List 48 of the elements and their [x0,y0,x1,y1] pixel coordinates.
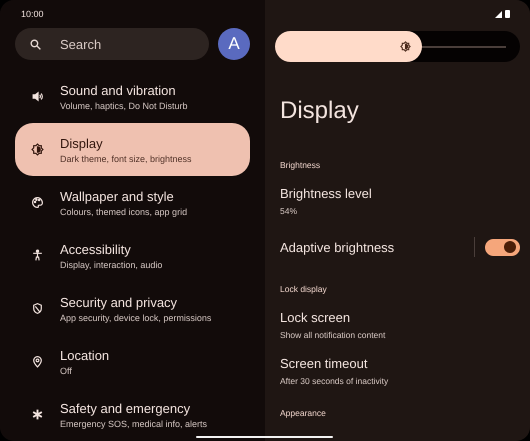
brightness-icon [400,41,411,52]
status-time: 10:00 [21,9,44,19]
menu-item-title: Sound and vibration [60,82,177,98]
search-field[interactable]: Search [15,28,209,60]
menu-item-title: Security and privacy [60,294,178,310]
speaker-icon [31,90,44,103]
settings-menu-item[interactable]: Location Off [15,335,250,388]
brightness-icon [31,143,44,156]
setting-title[interactable]: Brightness level [280,186,372,201]
setting-title: Adaptive brightness [280,240,394,254]
menu-item-subtitle: App security, device lock, permissions [60,312,212,322]
settings-menu-item[interactable]: Sound and vibration Volume, haptics, Do Not Disturb [15,70,250,123]
menu-item-title: Location [60,348,110,362]
shield-icon [31,302,44,315]
settings-menu-item[interactable]: Safety and emergency Emergency SOS, medical info, alerts [15,388,250,441]
account-avatar[interactable]: A [218,28,250,60]
section-heading: Lock display [280,284,328,294]
section-heading: Appearance [280,408,327,418]
asterisk-icon [31,408,44,421]
menu-item-title: Display [60,136,104,150]
search-icon [29,38,42,51]
brightness-slider[interactable] [275,31,520,62]
menu-item-subtitle: Emergency SOS, medical info, alerts [60,418,208,428]
settings-menu-item[interactable]: Display Dark theme, font size, brightness [15,123,250,176]
palette-icon [31,196,44,209]
menu-item-title: Wallpaper and style [60,188,175,204]
setting-title[interactable]: Screen timeout [280,356,388,371]
menu-item-subtitle: Off [60,366,73,376]
menu-item-title: Accessibility [60,242,132,256]
location-pin-icon [31,355,44,368]
page-title: Display [280,97,360,125]
menu-item-subtitle: Colours, themed icons, app grid [60,206,188,216]
menu-item-subtitle: Dark theme, font size, brightness [60,154,192,164]
menu-item-subtitle: Display, interaction, audio [60,260,162,270]
settings-menu-item[interactable]: Wallpaper and style Colours, themed icons, app grid [15,176,250,229]
brightness-slider-fill[interactable] [275,31,422,62]
setting-summary: After 30 seconds of inactivity [280,376,388,386]
settings-menu-item[interactable]: Accessibility Display, interaction, audio [15,229,250,282]
setting-title[interactable]: Lock screen [280,310,386,325]
toggle-switch[interactable] [485,238,520,256]
setting-summary: Show all notification content [280,330,386,340]
navigation-handle[interactable] [196,436,333,438]
setting-summary: 54% [280,206,298,216]
settings-menu-item[interactable]: Security and privacy App security, device lock, permissions [15,282,250,335]
menu-item-title: Safety and emergency [60,400,192,416]
section-heading: Brightness [280,160,322,170]
menu-item-subtitle: Volume, haptics, Do Not Disturb [60,100,188,110]
accessibility-icon [31,249,44,262]
